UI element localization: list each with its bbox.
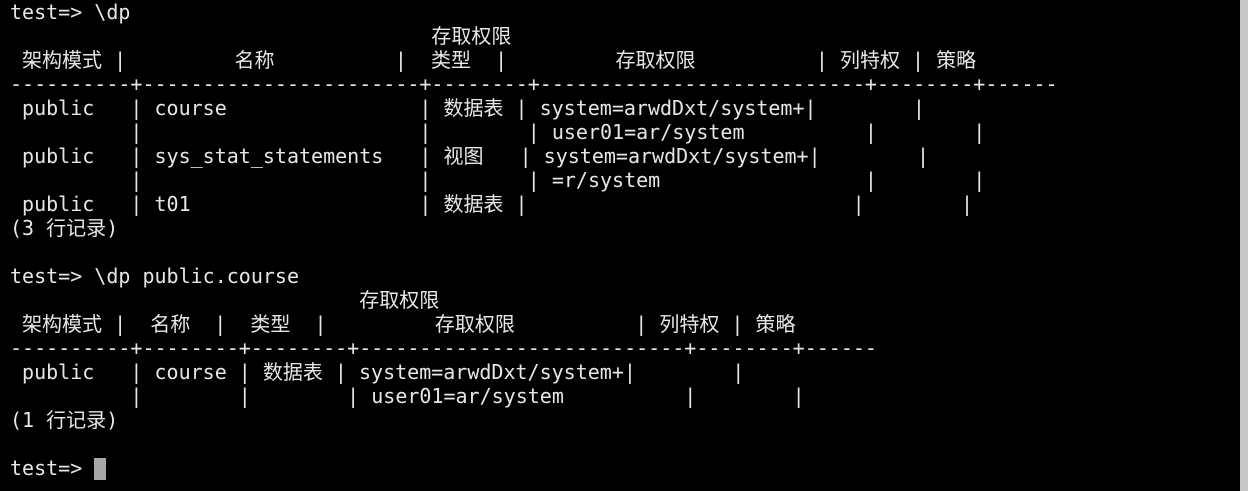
command-line: test=> \dp <box>10 0 131 24</box>
table-row: | | | user01=ar/system | | <box>10 384 805 408</box>
table-title: 存取权限 <box>10 24 512 48</box>
row-count: (3 行记录) <box>10 216 119 240</box>
table-row: public | t01 | 数据表 | | | <box>10 192 974 216</box>
terminal-window[interactable]: test=> \dp 存取权限 架构模式 | 名称 | 类型 | 存取权限 | … <box>0 0 1248 491</box>
table-row: public | course | 数据表 | system=arwdDxt/s… <box>10 360 745 384</box>
text-cursor <box>94 458 107 480</box>
window-right-edge <box>1240 0 1248 491</box>
table-header: 架构模式 | 名称 | 类型 | 存取权限 | 列特权 | 策略 <box>10 312 796 336</box>
table-row: | | | user01=ar/system | | <box>10 120 986 144</box>
table-separator: ----------+--------+--------+-----------… <box>10 336 877 360</box>
command-line: test=> \dp public.course <box>10 264 299 288</box>
row-count: (1 行记录) <box>10 408 119 432</box>
table-separator: ----------+-----------------------+-----… <box>10 72 1058 96</box>
prompt: test=> <box>10 456 95 480</box>
table-header: 架构模式 | 名称 | 类型 | 存取权限 | 列特权 | 策略 <box>10 48 977 72</box>
table-title: 存取权限 <box>10 288 440 312</box>
table-row: public | course | 数据表 | system=arwdDxt/s… <box>10 96 925 120</box>
terminal-output[interactable]: test=> \dp 存取权限 架构模式 | 名称 | 类型 | 存取权限 | … <box>10 0 1238 491</box>
prompt-line[interactable]: test=> <box>10 456 1238 480</box>
table-row: | | | =r/system | | <box>10 168 986 192</box>
table-row: public | sys_stat_statements | 视图 | syst… <box>10 144 929 168</box>
